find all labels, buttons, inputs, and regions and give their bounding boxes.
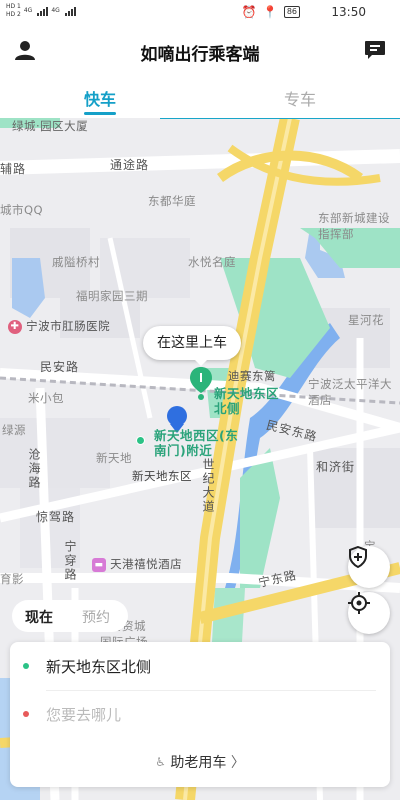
status-right: ⏰ 📍 86 xyxy=(242,5,300,19)
map-label-minanlu: 民安路 xyxy=(40,360,80,374)
elder-ride-label: 助老用车 xyxy=(170,755,227,771)
nearby-point-dot[interactable] xyxy=(136,436,145,445)
network2-label: 4G xyxy=(51,7,60,14)
time-tabs: 现在 预约 xyxy=(12,600,128,632)
from-row[interactable]: 新天地东区北侧 xyxy=(10,642,390,690)
tab-zhuanche[interactable]: 专车 xyxy=(200,86,400,110)
locate-icon xyxy=(348,592,370,614)
map-label-hejijie: 和济街 xyxy=(316,460,356,474)
map-label-fuming: 福明家园三期 xyxy=(76,289,148,303)
sim-labels: HD 1 HD 2 xyxy=(6,3,21,18)
map-label-tianjin-hotel: ▬ 天港禧悦酒店 xyxy=(92,556,182,572)
service-tabs: 快车 专车 xyxy=(0,74,400,118)
nearby-marker-label: 新天地西区(东南门)附近 xyxy=(154,428,239,458)
app-header: 如嘀出行乘客端 xyxy=(0,26,400,74)
map-label-misai: 迪赛东篱 xyxy=(228,369,276,383)
alarm-icon: ⏰ xyxy=(241,5,257,19)
map-label-jingnulu: 惊驾路 xyxy=(36,510,76,524)
chevron-right-icon: 〉 xyxy=(230,755,245,771)
map-label-lvcheng: 绿城·园区大厦 xyxy=(12,119,89,133)
map-label-xintiandi: 新天地 xyxy=(96,451,132,465)
elder-icon: ♿ xyxy=(155,755,166,769)
hospital-icon: ✚ xyxy=(8,319,22,334)
hotel-label: 天港禧悦酒店 xyxy=(110,557,183,571)
sim2-label: HD 2 xyxy=(6,11,21,18)
map-label-dongduhuating: 东都华庭 xyxy=(148,194,196,208)
tab-kuaiche[interactable]: 快车 xyxy=(0,86,200,110)
map-label-qq: 城市QQ xyxy=(0,203,44,217)
pickup-pin-icon[interactable] xyxy=(190,367,212,401)
map-label-shuiyue: 水悦名庭 xyxy=(188,255,236,269)
map-label-hospital: ✚ 宁波市肛肠医院 xyxy=(8,318,110,334)
map-label-lanhai: 宁波泛太平洋大酒店 xyxy=(308,377,392,407)
to-dot-icon xyxy=(23,711,29,717)
map-label-yuying: 育影 xyxy=(0,572,24,586)
map-label-shijidadao: 世纪大道 xyxy=(201,458,215,514)
time-tab-reserve[interactable]: 预约 xyxy=(82,607,110,627)
to-row[interactable]: 您要去哪儿 xyxy=(10,690,390,738)
from-address: 新天地东区北侧 xyxy=(46,658,152,676)
active-tab-indicator xyxy=(84,112,116,115)
map-label-lvyuan: 绿源 xyxy=(2,423,26,437)
hotel-icon: ▬ xyxy=(92,557,106,572)
from-dot-icon xyxy=(23,663,29,669)
destination-input[interactable]: 您要去哪儿 xyxy=(46,704,121,725)
map-label-mixiaobao: 米小包 xyxy=(28,391,64,405)
location-status-icon: 📍 xyxy=(262,5,278,19)
signal-area: HD 1 HD 2 4G 4G xyxy=(6,3,76,18)
map-label-dongbu: 东部新城建设指挥部 xyxy=(318,211,390,241)
status-bar: HD 1 HD 2 4G 4G ⏰ 📍 86 13:50 xyxy=(0,0,400,26)
locate-button[interactable] xyxy=(348,592,390,634)
map-label-xintiandi-dongqu: 新天地东区 xyxy=(132,469,192,483)
signal2-icon xyxy=(64,6,76,16)
map-label-ningchuanlu: 宁穿路 xyxy=(63,540,77,582)
elder-ride-button[interactable]: ♿ 助老用车 〉 xyxy=(10,752,390,772)
pickup-marker-label: 新天地东区北侧 xyxy=(214,386,280,416)
pickup-bubble[interactable]: 在这里上车 xyxy=(143,326,241,366)
map-label-tongjianlu: 通途路 xyxy=(110,158,150,172)
booking-panel: 新天地东区北侧 您要去哪儿 ♿ 助老用车 〉 xyxy=(10,642,390,787)
message-icon[interactable] xyxy=(364,40,386,60)
map-label-xinghe: 星河花 xyxy=(348,313,384,327)
status-time: 13:50 xyxy=(331,5,366,19)
signal1-icon xyxy=(37,6,49,16)
page-title: 如嘀出行乘客端 xyxy=(140,45,260,65)
sim1-label: HD 1 xyxy=(6,3,21,10)
time-tab-now[interactable]: 现在 xyxy=(25,607,53,627)
map-label-canghai: 沧海路 xyxy=(27,448,41,490)
network1-label: 4G xyxy=(23,7,33,14)
battery-icon: 86 xyxy=(283,6,300,18)
hospital-label: 宁波市肛肠医院 xyxy=(26,319,111,333)
shield-plus-icon xyxy=(349,546,367,568)
safety-button[interactable] xyxy=(348,546,390,588)
map-label-fulu: 辅路 xyxy=(0,162,27,176)
map-label-zhihuiqiao: 戚隘桥村 xyxy=(52,255,100,269)
